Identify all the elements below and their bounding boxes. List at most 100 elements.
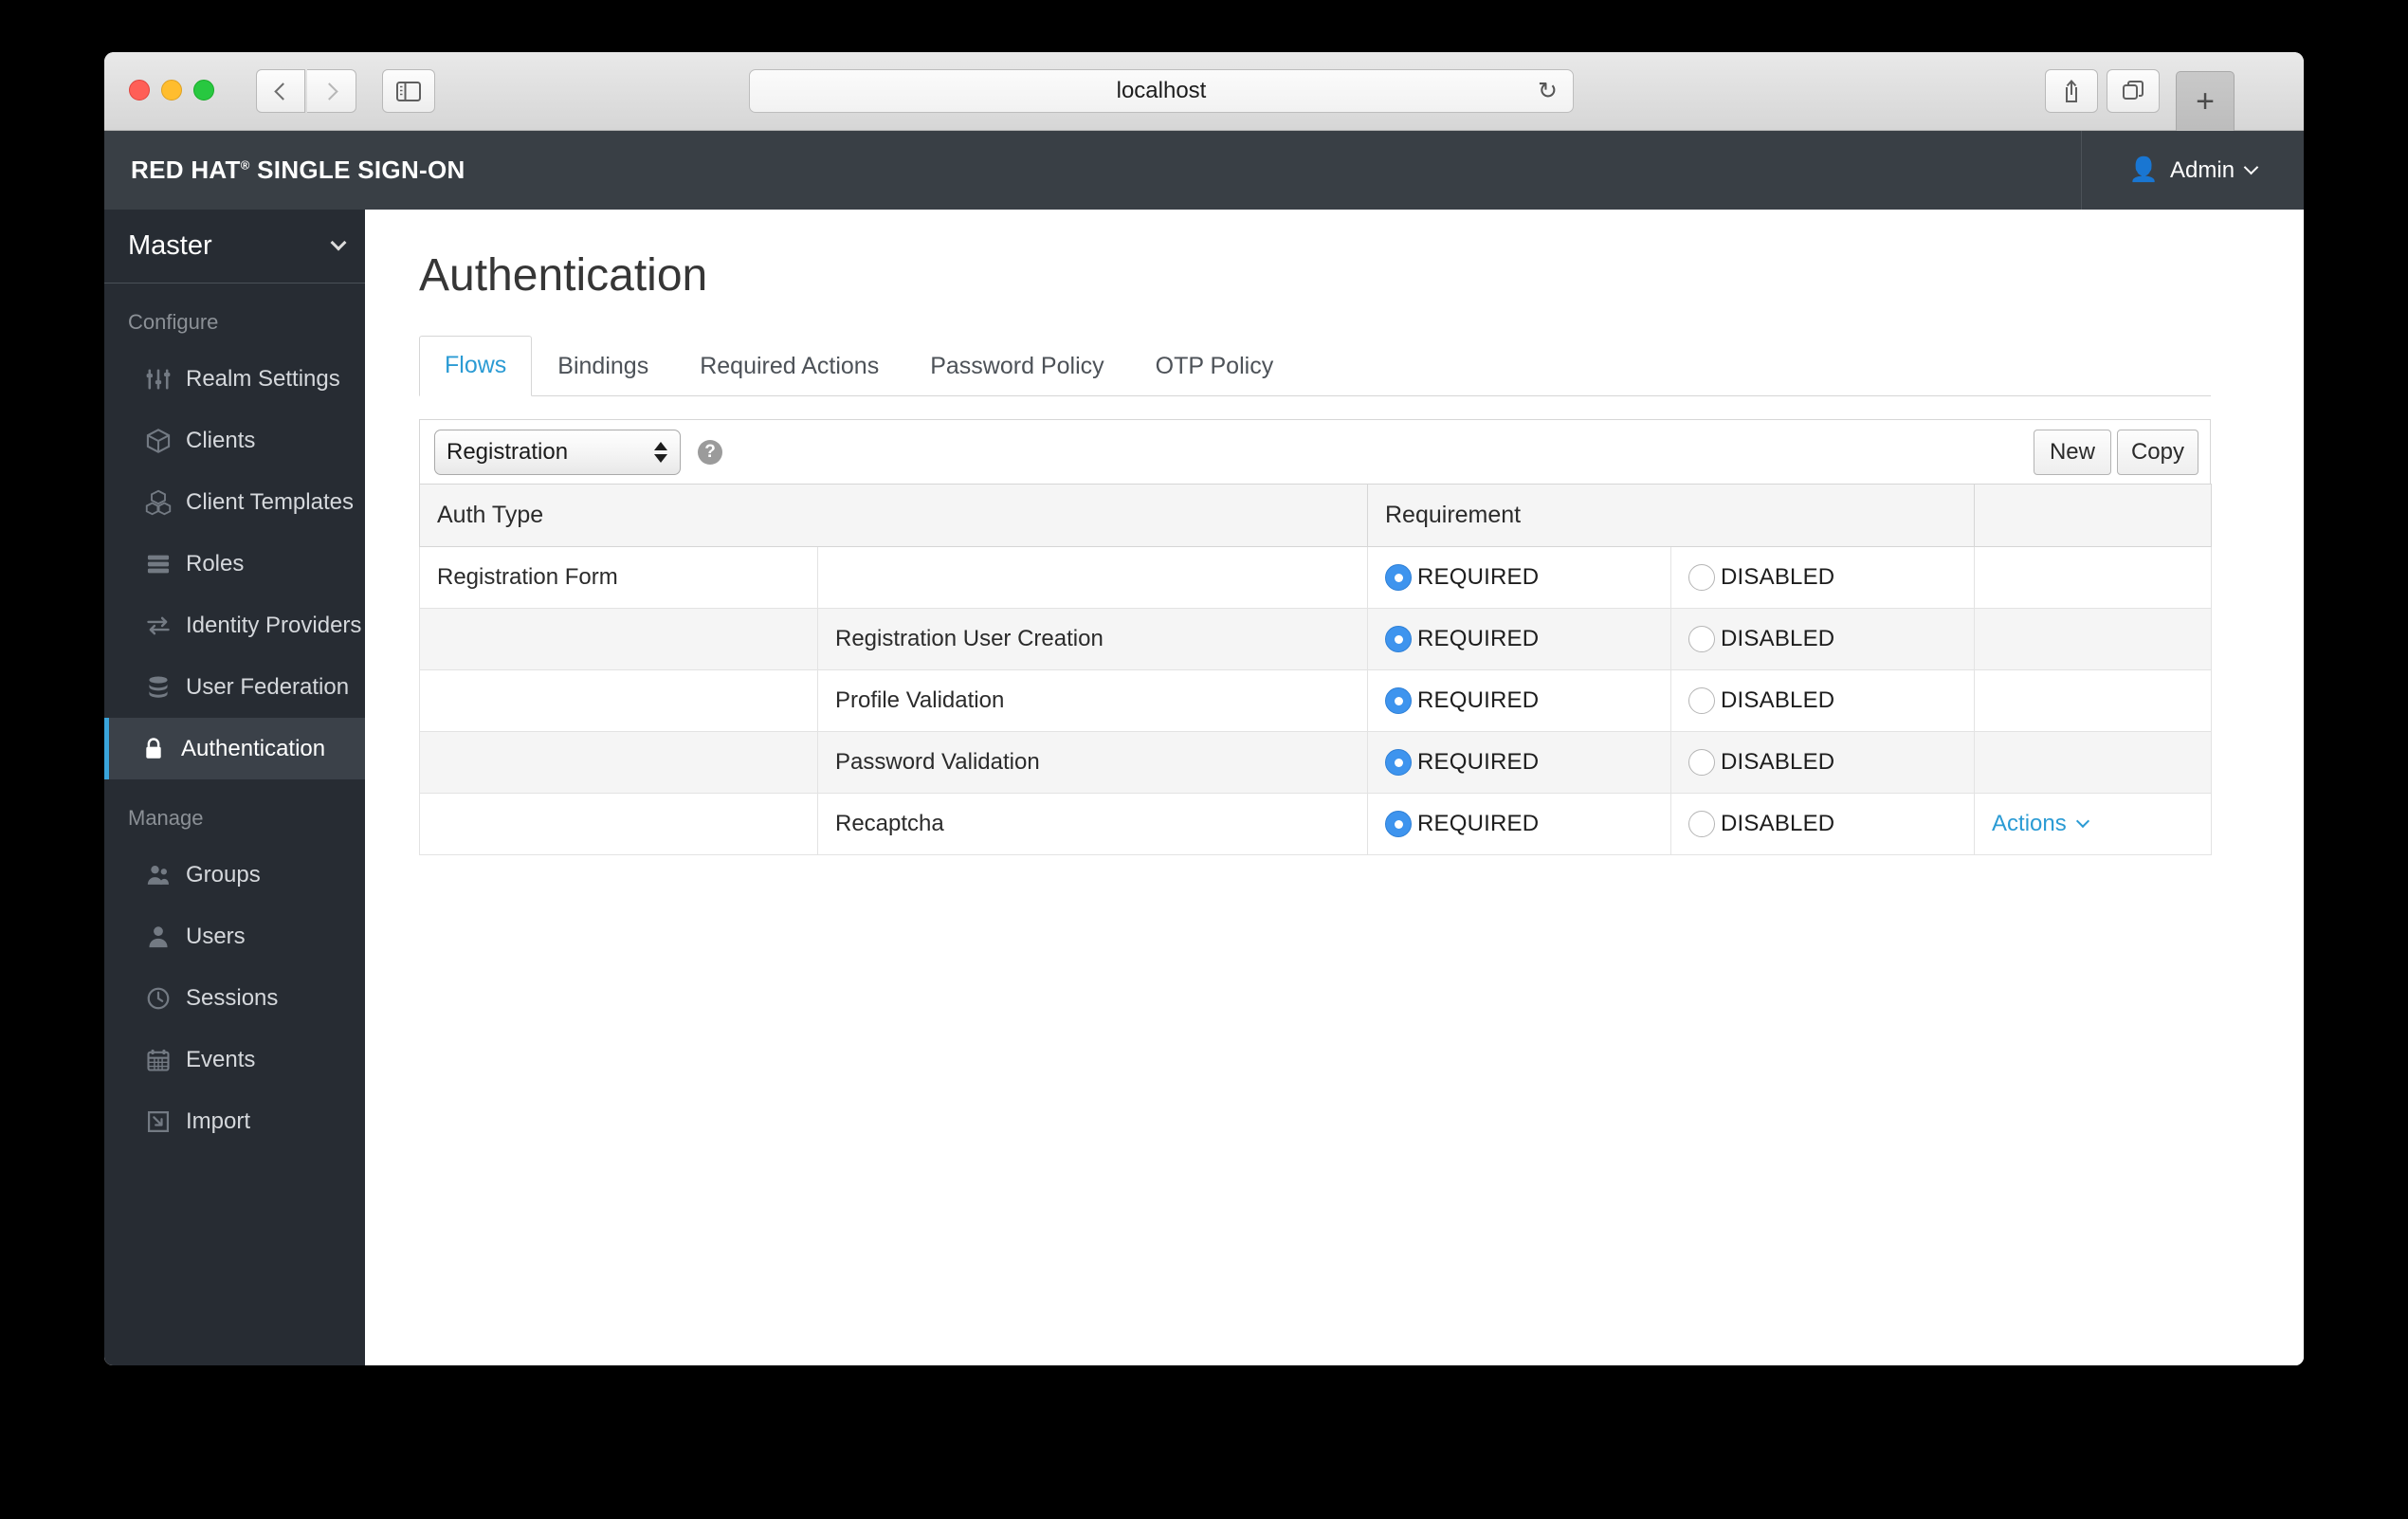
sidebar-item-clients[interactable]: Clients xyxy=(104,410,365,471)
cell-requirement-disabled[interactable]: DISABLED xyxy=(1669,793,1976,855)
flows-table-body: Registration Form REQUIRED DISABLED Registr… xyxy=(419,546,2213,855)
radio-disabled-label: DISABLED xyxy=(1721,564,1835,590)
sidebar-item-import[interactable]: Import xyxy=(104,1090,365,1152)
chevron-down-icon xyxy=(2075,814,2089,829)
clock-icon xyxy=(144,985,178,1012)
sidebar-item-label: Users xyxy=(186,923,246,949)
sidebar-section-title-configure: Configure xyxy=(128,310,219,334)
cell-auth-type: Registration Form xyxy=(419,546,818,609)
reload-icon[interactable]: ↻ xyxy=(1538,77,1558,105)
chevron-right-icon xyxy=(320,82,338,101)
sidebar-item-label: Events xyxy=(186,1046,256,1072)
brand-redhat: RED HAT xyxy=(131,156,241,184)
brand-registered-mark: ® xyxy=(240,157,250,173)
minimize-window-button[interactable] xyxy=(161,80,182,101)
flow-toolbar: Registration ? New Copy xyxy=(419,419,2211,484)
tab-required-actions[interactable]: Required Actions xyxy=(674,337,904,396)
realm-selector[interactable]: Master xyxy=(104,210,365,284)
database-icon xyxy=(144,674,178,701)
sidebar-section-title-manage: Manage xyxy=(128,806,204,830)
cell-auth-type xyxy=(419,669,818,732)
sidebar-nav: Configure Realm Settings Clients Client Tem… xyxy=(104,284,365,1152)
copy-flow-button[interactable]: Copy xyxy=(2116,430,2198,475)
sidebar-item-realm-settings[interactable]: Realm Settings xyxy=(104,348,365,410)
cell-requirement-disabled[interactable]: DISABLED xyxy=(1669,608,1976,670)
radio-disabled[interactable] xyxy=(1688,749,1715,776)
table-row: Registration Form REQUIRED DISABLED xyxy=(419,546,2213,609)
cell-requirement-required[interactable]: REQUIRED xyxy=(1367,669,1671,732)
show-tabs-button[interactable] xyxy=(2107,69,2160,113)
cell-auth-type xyxy=(419,608,818,670)
cell-requirement-disabled[interactable]: DISABLED xyxy=(1669,731,1976,794)
sidebar-item-label: Sessions xyxy=(186,984,279,1011)
cell-actions xyxy=(1974,669,2213,732)
sidebar-item-label: Groups xyxy=(186,861,261,888)
user-menu[interactable]: 👤 Admin xyxy=(2081,131,2304,210)
radio-required[interactable] xyxy=(1385,564,1412,591)
cell-auth-type xyxy=(419,731,818,794)
actions-dropdown[interactable]: Actions xyxy=(1992,811,2089,837)
sidebar-item-groups[interactable]: Groups xyxy=(104,844,365,906)
flow-select[interactable]: Registration xyxy=(434,429,681,475)
sidebar-item-label: Authentication xyxy=(181,735,326,761)
flows-table: Auth Type Requirement Registration Form R… xyxy=(419,484,2213,855)
help-circle-icon[interactable]: ? xyxy=(698,439,722,465)
maximize-window-button[interactable] xyxy=(193,80,214,101)
radio-disabled[interactable] xyxy=(1688,811,1715,837)
realm-name: Master xyxy=(128,230,212,261)
sidebar-toggle-icon xyxy=(396,81,421,101)
new-tab-button[interactable]: + xyxy=(2176,71,2235,131)
sidebar-item-label: Identity Providers xyxy=(186,612,362,638)
sidebar-item-roles[interactable]: Roles xyxy=(104,533,365,595)
tab-password-policy[interactable]: Password Policy xyxy=(904,337,1129,396)
chevron-down-icon xyxy=(330,234,347,251)
sidebar: Master Configure Realm Settings Clients Cli… xyxy=(104,210,365,1365)
back-button[interactable] xyxy=(256,69,305,113)
sidebar-item-label: Import xyxy=(186,1107,251,1134)
cell-requirement-required[interactable]: REQUIRED xyxy=(1367,731,1671,794)
cell-requirement-required[interactable]: REQUIRED xyxy=(1367,608,1671,670)
sidebar-item-client-templates[interactable]: Client Templates xyxy=(104,471,365,533)
radio-disabled[interactable] xyxy=(1688,564,1715,591)
sidebar-item-users[interactable]: Users xyxy=(104,906,365,967)
app-header: RED HAT® SINGLE SIGN-ON 👤 Admin xyxy=(104,131,2304,210)
tab-bindings[interactable]: Bindings xyxy=(532,337,674,396)
cell-requirement-disabled[interactable]: DISABLED xyxy=(1669,669,1976,732)
sidebar-item-identity-providers[interactable]: Identity Providers xyxy=(104,595,365,656)
tab-flows[interactable]: Flows xyxy=(419,336,533,396)
new-flow-button[interactable]: New xyxy=(2033,430,2111,475)
cell-auth-type xyxy=(419,793,818,855)
sidebar-item-user-federation[interactable]: User Federation xyxy=(104,656,365,718)
radio-disabled[interactable] xyxy=(1688,687,1715,714)
sidebar-item-sessions[interactable]: Sessions xyxy=(104,967,365,1029)
share-button[interactable] xyxy=(2045,69,2098,113)
radio-required-label: REQUIRED xyxy=(1417,687,1540,713)
flows-table-head: Auth Type Requirement xyxy=(419,484,2213,547)
cell-actions xyxy=(1974,731,2213,794)
browser-toolbar: localhost ↻ + xyxy=(104,52,2304,131)
radio-required-label: REQUIRED xyxy=(1417,564,1540,590)
radio-required[interactable] xyxy=(1385,811,1412,837)
radio-required-label: REQUIRED xyxy=(1417,749,1540,775)
forward-button[interactable] xyxy=(307,69,356,113)
tab-otp-policy[interactable]: OTP Policy xyxy=(1130,337,1300,396)
radio-required[interactable] xyxy=(1385,687,1412,714)
cell-requirement-required[interactable]: REQUIRED xyxy=(1367,546,1671,609)
column-header-actions xyxy=(1974,484,2213,547)
cell-requirement-required[interactable]: REQUIRED xyxy=(1367,793,1671,855)
radio-required[interactable] xyxy=(1385,749,1412,776)
sidebar-toggle-button[interactable] xyxy=(382,69,435,113)
table-header-row: Auth Type Requirement xyxy=(419,484,2213,547)
cell-actions[interactable]: Actions xyxy=(1974,793,2213,855)
brand-product: SINGLE SIGN-ON xyxy=(257,156,465,184)
sidebar-item-authentication[interactable]: Authentication xyxy=(104,718,365,779)
close-window-button[interactable] xyxy=(129,80,150,101)
sidebar-item-label: User Federation xyxy=(186,673,350,700)
cell-requirement-disabled[interactable]: DISABLED xyxy=(1669,546,1976,609)
sidebar-item-events[interactable]: Events xyxy=(104,1029,365,1090)
radio-disabled[interactable] xyxy=(1688,626,1715,652)
layers-icon xyxy=(144,551,178,577)
column-header-auth-type: Auth Type xyxy=(419,484,1368,547)
radio-required[interactable] xyxy=(1385,626,1412,652)
address-bar[interactable]: localhost ↻ xyxy=(749,69,1574,113)
